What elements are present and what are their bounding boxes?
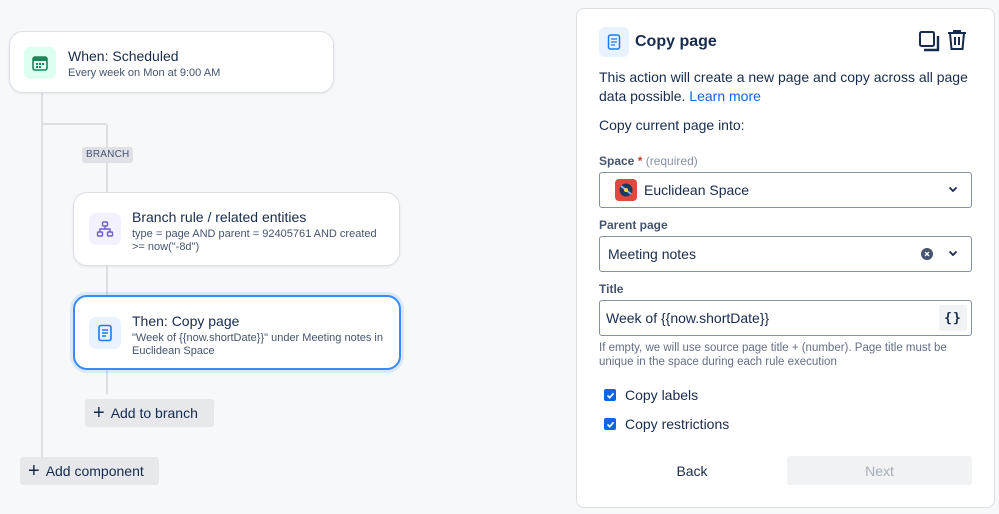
copy-labels-checkbox-row[interactable]: Copy labels [604,387,698,403]
clear-icon[interactable] [921,248,933,260]
copy-into-heading: Copy current page into: [599,117,745,133]
copy-page-action-title: Then: Copy page [132,313,240,329]
panel-page-icon [599,27,629,57]
space-value: Euclidean Space [644,182,750,198]
trigger-card[interactable]: When: Scheduled Every week on Mon at 9:0… [9,31,334,93]
add-to-branch-label: Add to branch [110,405,198,421]
add-component-label: Add component [45,463,144,479]
branch-rule-subtitle-line1: type = page AND parent = 92405761 AND cr… [132,228,377,240]
title-helper-text: If empty, we will use source page title … [599,342,947,368]
space-label: Space * (required) [599,154,698,168]
title-input[interactable]: Week of {{now.shortDate}} {} [599,300,972,336]
branch-tag: BRANCH [82,147,134,163]
back-button[interactable]: Back [637,456,747,485]
duplicate-icon[interactable] [917,29,941,53]
chevron-down-icon [947,246,959,262]
parent-page-select[interactable]: Meeting notes [599,236,972,272]
trigger-subtitle: Every week on Mon at 9:00 AM [68,67,221,79]
copy-restrictions-checkbox-row[interactable]: Copy restrictions [604,416,729,432]
trigger-title: When: Scheduled [68,48,179,64]
required-note: (required) [645,154,698,168]
copy-page-action-subtitle-line1: "Week of {{now.shortDate}}" under Meetin… [132,332,383,344]
copy-restrictions-label: Copy restrictions [625,416,730,432]
plus-icon: + [93,402,105,424]
space-select[interactable]: Euclidean Space [599,172,972,208]
learn-more-link[interactable]: Learn more [689,88,761,104]
flow-line-branch-connector [41,123,107,125]
calendar-icon [24,47,56,79]
panel-title: Copy page [635,33,717,50]
copy-restrictions-checkbox[interactable] [604,418,616,430]
copy-page-action-card[interactable]: Then: Copy page "Week of {{now.shortDate… [73,295,401,370]
title-input-value: Week of {{now.shortDate}} [606,310,770,326]
page-icon [89,317,121,349]
smart-value-button[interactable]: {} [939,305,967,331]
parent-page-value: Meeting notes [608,246,696,262]
copy-page-config-panel: Copy page This action will create a new … [576,8,995,508]
panel-description: This action will create a new page and c… [599,68,969,106]
flow-line-main [41,92,43,460]
add-component-button[interactable]: + Add component [20,457,159,485]
space-label-text: Space [599,154,635,168]
copy-labels-label: Copy labels [625,387,699,403]
parent-page-label: Parent page [599,218,668,232]
add-to-branch-button[interactable]: + Add to branch [85,399,214,427]
required-star: * [637,154,643,168]
branch-rule-subtitle-line2: >= now("-8d") [132,241,200,253]
copy-labels-checkbox[interactable] [604,389,616,401]
plus-icon: + [28,460,40,482]
copy-page-action-subtitle-line2: Euclidean Space [132,345,215,357]
delete-icon[interactable] [945,28,969,52]
space-avatar [615,179,637,201]
next-button[interactable]: Next [787,456,972,485]
branch-rule-card[interactable]: Branch rule / related entities type = pa… [73,192,400,266]
hierarchy-icon [89,213,121,245]
branch-rule-title: Branch rule / related entities [132,209,307,225]
chevron-down-icon [947,182,959,198]
description-text: This action will create a new page and c… [599,69,968,104]
title-label: Title [599,282,624,296]
